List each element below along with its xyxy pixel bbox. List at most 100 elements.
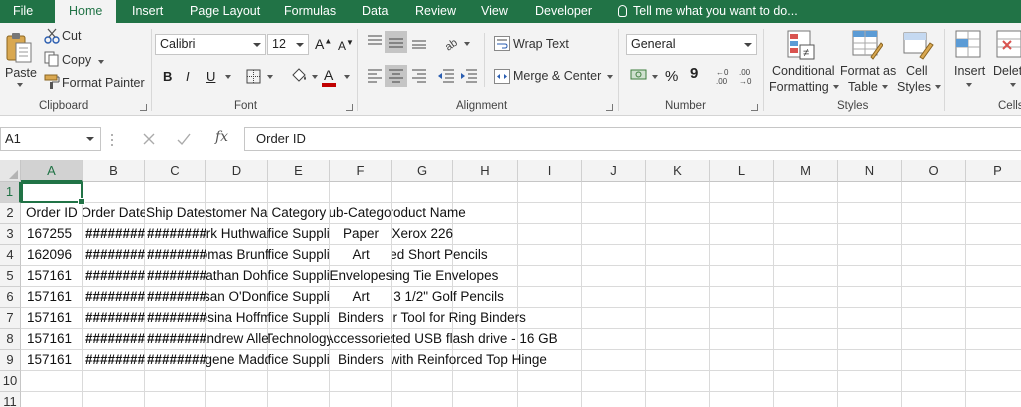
cell-m2[interactable]: [774, 203, 838, 224]
cell-m7[interactable]: [774, 308, 838, 329]
align-left-icon[interactable]: [367, 69, 383, 83]
cell-l4[interactable]: [710, 245, 774, 266]
borders-icon[interactable]: [246, 69, 262, 84]
cell-p11[interactable]: [966, 392, 1021, 407]
column-header-d[interactable]: D: [206, 160, 268, 182]
cell-a10[interactable]: [21, 371, 83, 392]
cell-p6[interactable]: [966, 287, 1021, 308]
cell-j3[interactable]: [582, 224, 646, 245]
cell-c11[interactable]: [145, 392, 206, 407]
row-header-6[interactable]: 6: [0, 287, 21, 308]
underline-dropdown-icon[interactable]: [225, 75, 231, 79]
column-header-l[interactable]: L: [710, 160, 774, 182]
cell-n3[interactable]: [838, 224, 902, 245]
underline-button[interactable]: U: [206, 69, 215, 84]
accounting-format-icon[interactable]: [630, 67, 648, 83]
cell-l5[interactable]: [710, 266, 774, 287]
tab-page-layout[interactable]: Page Layout: [190, 0, 260, 23]
cell-k8[interactable]: [646, 329, 710, 350]
cell-i4[interactable]: [518, 245, 582, 266]
row-header-8[interactable]: 8: [0, 329, 21, 350]
cell-k11[interactable]: [646, 392, 710, 407]
cell-i7[interactable]: [518, 308, 582, 329]
font-launcher-icon[interactable]: [346, 104, 353, 111]
cell-j8[interactable]: [582, 329, 646, 350]
cell-d10[interactable]: [206, 371, 268, 392]
cell-h11[interactable]: [453, 392, 518, 407]
cell-p7[interactable]: [966, 308, 1021, 329]
decrease-font-size-icon[interactable]: A▼: [338, 38, 354, 53]
name-box[interactable]: A1: [0, 127, 101, 151]
cancel-icon[interactable]: [142, 132, 156, 146]
cell-d1[interactable]: [206, 182, 268, 203]
cell-m3[interactable]: [774, 224, 838, 245]
increase-font-size-icon[interactable]: A▲: [315, 36, 332, 52]
column-header-o[interactable]: O: [902, 160, 966, 182]
cell-k1[interactable]: [646, 182, 710, 203]
column-header-g[interactable]: G: [392, 160, 453, 182]
cell-b11[interactable]: [83, 392, 145, 407]
cell-o5[interactable]: [902, 266, 966, 287]
cell-j11[interactable]: [582, 392, 646, 407]
cell-i2[interactable]: [518, 203, 582, 224]
insert-function-button[interactable]: fx: [215, 129, 228, 145]
cell-l6[interactable]: [710, 287, 774, 308]
column-header-i[interactable]: I: [518, 160, 582, 182]
orientation-dropdown-icon[interactable]: [464, 42, 470, 46]
cell-k2[interactable]: [646, 203, 710, 224]
cell-p10[interactable]: [966, 371, 1021, 392]
tab-review[interactable]: Review: [415, 0, 456, 23]
cell-o4[interactable]: [902, 245, 966, 266]
column-header-a[interactable]: A: [21, 160, 83, 182]
clipboard-launcher-icon[interactable]: [140, 104, 147, 111]
drag-handle-icon[interactable]: [110, 133, 114, 147]
tab-developer[interactable]: Developer: [535, 0, 592, 23]
cell-i10[interactable]: [518, 371, 582, 392]
cell-k5[interactable]: [646, 266, 710, 287]
row-header-9[interactable]: 9: [0, 350, 21, 371]
cell-j1[interactable]: [582, 182, 646, 203]
cell-f10[interactable]: [330, 371, 392, 392]
cell-l11[interactable]: [710, 392, 774, 407]
cell-h3[interactable]: [453, 224, 518, 245]
cell-m8[interactable]: [774, 329, 838, 350]
cell-l9[interactable]: [710, 350, 774, 371]
cell-g1[interactable]: [392, 182, 453, 203]
row-header-11[interactable]: 11: [0, 392, 21, 407]
column-header-f[interactable]: F: [330, 160, 392, 182]
cell-e10[interactable]: [268, 371, 330, 392]
cell-k3[interactable]: [646, 224, 710, 245]
column-header-e[interactable]: E: [268, 160, 330, 182]
align-middle-icon[interactable]: [388, 35, 404, 49]
row-header-5[interactable]: 5: [0, 266, 21, 287]
cell-e1[interactable]: [268, 182, 330, 203]
cell-m9[interactable]: [774, 350, 838, 371]
accounting-dropdown-icon[interactable]: [652, 75, 658, 79]
cell-n2[interactable]: [838, 203, 902, 224]
cell-o6[interactable]: [902, 287, 966, 308]
cell-i1[interactable]: [518, 182, 582, 203]
cell-g11[interactable]: [392, 392, 453, 407]
column-header-h[interactable]: H: [453, 160, 518, 182]
cell-p5[interactable]: [966, 266, 1021, 287]
column-header-c[interactable]: C: [145, 160, 206, 182]
column-header-p[interactable]: P: [966, 160, 1021, 182]
fill-color-icon[interactable]: [290, 67, 308, 84]
select-all-button[interactable]: [0, 160, 21, 182]
cell-m11[interactable]: [774, 392, 838, 407]
column-header-j[interactable]: J: [582, 160, 646, 182]
cell-n10[interactable]: [838, 371, 902, 392]
formula-input[interactable]: Order ID: [244, 127, 1021, 151]
row-header-7[interactable]: 7: [0, 308, 21, 329]
cell-c1[interactable]: [145, 182, 206, 203]
font-color-dropdown-icon[interactable]: [344, 75, 350, 79]
cell-l7[interactable]: [710, 308, 774, 329]
decrease-decimal-icon[interactable]: .00 →0: [739, 67, 757, 85]
row-header-4[interactable]: 4: [0, 245, 21, 266]
enter-check-icon[interactable]: [176, 132, 192, 146]
cell-f1[interactable]: [330, 182, 392, 203]
tab-insert[interactable]: Insert: [132, 0, 163, 23]
cell-o8[interactable]: [902, 329, 966, 350]
cell-n4[interactable]: [838, 245, 902, 266]
align-bottom-icon[interactable]: [411, 35, 427, 49]
